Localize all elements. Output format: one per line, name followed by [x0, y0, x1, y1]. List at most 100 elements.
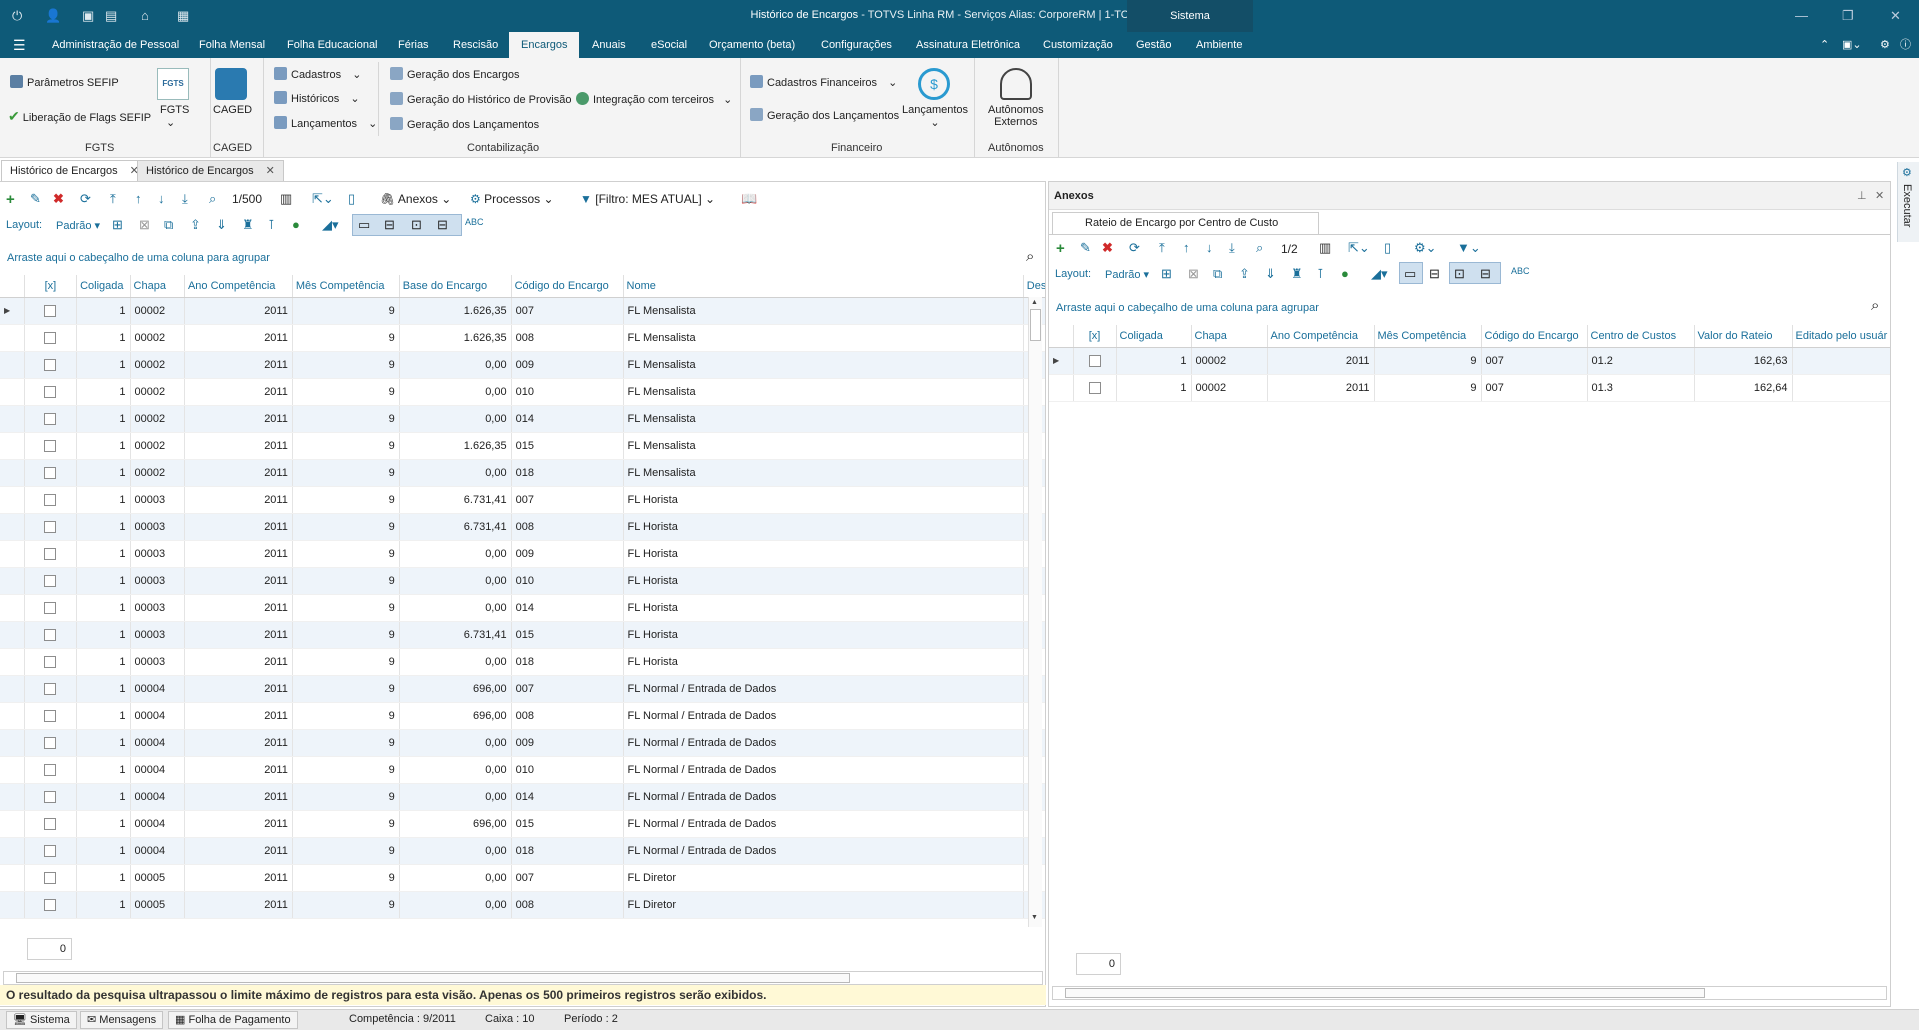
menu-folha-mensal[interactable]: Folha Mensal [199, 32, 265, 58]
row-checkbox[interactable] [44, 358, 57, 371]
anexos-column-header[interactable]: Coligada [1116, 325, 1192, 348]
geracao-lancamentos-button[interactable]: Geração dos Lançamentos [390, 117, 539, 131]
anexos-column-header[interactable]: Chapa [1191, 325, 1268, 348]
anexos-download-icon[interactable]: ⇓ [1265, 266, 1276, 282]
mensagens-status-button[interactable]: ✉ Mensagens [80, 1011, 164, 1029]
anexos-delete-icon[interactable]: ✖ [1102, 240, 1113, 256]
anexos-hscroll[interactable] [1052, 986, 1887, 1000]
row-checkbox[interactable] [44, 871, 57, 884]
add-icon[interactable]: + [6, 191, 15, 208]
first-record-icon[interactable]: ⤒ [110, 191, 116, 207]
columns-icon[interactable]: ▥ [280, 191, 292, 207]
main-table-row[interactable]: 1 00004 2011 9 0,00 009 FL Normal / Entrada de… [0, 729, 1045, 757]
close-panel-icon[interactable]: ✕ [1875, 189, 1884, 202]
main-table-row[interactable]: 100002201191.626,35015FL MensalistaF [0, 432, 1045, 460]
report-icon[interactable]: ▯ [348, 191, 355, 207]
row-checkbox[interactable] [44, 682, 57, 695]
anexos-chart-icon[interactable]: ◢▾ [1371, 266, 1388, 282]
main-table-row[interactable]: 100003201190,00010FL HoristaE [0, 567, 1045, 595]
anexos-view-split-top-icon[interactable]: ⊡ [1454, 266, 1465, 282]
row-checkbox[interactable] [1088, 354, 1101, 367]
menu-rescisao[interactable]: Rescisão [453, 32, 498, 58]
hamburger-icon[interactable]: ☰ [13, 32, 26, 58]
main-column-header[interactable]: Ano Competência [184, 275, 293, 298]
menu-folha-educacional[interactable]: Folha Educacional [287, 32, 378, 58]
main-column-header[interactable]: Chapa [130, 275, 185, 298]
main-hscroll[interactable] [3, 971, 1043, 985]
row-checkbox[interactable] [44, 628, 57, 641]
anexos-gear-icon[interactable]: ⚙⌄ [1414, 240, 1437, 256]
anexos-hscroll-thumb[interactable] [1065, 988, 1705, 998]
export-icon[interactable]: ⇱⌄ [312, 191, 334, 207]
geracao-lanc-financeiro-button[interactable]: Geração dos Lançamentos [750, 108, 899, 122]
row-checkbox[interactable] [44, 709, 57, 722]
anexos-export-icon[interactable]: ⇱⌄ [1348, 240, 1370, 256]
anexos-filter-icon[interactable]: ▼⌄ [1457, 240, 1481, 256]
anexos-button[interactable]: 🖇 Anexos ⌄ [380, 192, 451, 206]
filter-button[interactable]: ▼ [Filtro: MES ATUAL] ⌄ [580, 192, 715, 206]
layout-add-icon[interactable]: ⊞ [112, 217, 123, 233]
row-checkbox[interactable] [44, 790, 57, 803]
row-checkbox[interactable] [44, 655, 57, 668]
tab-historico-encargos-1[interactable]: Histórico de Encargos ✕ [1, 160, 148, 181]
menu-anuais[interactable]: Anuais [592, 32, 626, 58]
layout-download-icon[interactable]: ⇓ [216, 217, 227, 233]
anexos-upload-icon[interactable]: ⇪ [1239, 266, 1250, 282]
search-icon[interactable]: ⌕ [209, 191, 216, 207]
main-column-header[interactable]: Nome [623, 275, 1024, 298]
cadastros-financeiros-menu[interactable]: Cadastros Financeiros ⌄ [750, 75, 897, 89]
fgts-button[interactable]: FGTS ⌄ [160, 104, 189, 129]
main-table-row[interactable]: 100005201190,00008FL DiretorF [0, 891, 1045, 919]
layout-copy-icon[interactable]: ⧉ [164, 217, 173, 233]
help-icon[interactable]: ⓘ [1900, 32, 1911, 58]
anexos-layout-copy-icon[interactable]: ⧉ [1213, 266, 1222, 282]
row-checkbox[interactable] [44, 439, 57, 452]
menu-gestao[interactable]: Gestão [1136, 32, 1171, 58]
money-sync-icon[interactable]: $ [918, 68, 950, 100]
menu-orcamento[interactable]: Orçamento (beta) [709, 32, 795, 58]
main-column-header[interactable]: Coligada [76, 275, 131, 298]
collapse-ribbon-icon[interactable]: ⌃ [1820, 32, 1829, 58]
book-icon[interactable]: 📖 [741, 191, 757, 207]
anexos-column-header[interactable]: Valor do Rateio [1694, 325, 1793, 348]
main-table-row[interactable]: 100002201190,00009FL MensalistaE [0, 351, 1045, 379]
main-table-row[interactable]: 1 00004 2011 9 0,00 018 FL Normal / Entrada de… [0, 837, 1045, 865]
main-table-row[interactable]: 100003201196.731,41008FL HoristaE [0, 513, 1045, 541]
delete-icon[interactable]: ✖ [53, 191, 64, 207]
row-checkbox[interactable] [44, 763, 57, 776]
anexos-layout-delete-icon[interactable]: ⊠ [1188, 266, 1199, 282]
anexos-pin-icon[interactable]: ⊺ [1317, 266, 1324, 282]
menu-administracao[interactable]: Administração de Pessoal [52, 32, 179, 58]
row-checkbox[interactable] [44, 547, 57, 560]
row-checkbox[interactable] [44, 304, 57, 317]
spellcheck-icon[interactable]: ABC [465, 217, 484, 227]
next-record-icon[interactable]: ↓ [158, 191, 165, 206]
row-checkbox[interactable] [44, 817, 57, 830]
pin-panel-icon[interactable]: ⊥ [1857, 189, 1867, 202]
window-layout-icon[interactable]: ▣⌄ [1842, 32, 1862, 58]
close-tab-icon[interactable]: ✕ [266, 165, 275, 177]
main-table-row[interactable]: 1 00004 2011 9 0,00 010 FL Normal / Entrada de… [0, 756, 1045, 784]
anexos-prev-icon[interactable]: ↑ [1183, 240, 1190, 255]
person-icon[interactable] [1000, 68, 1032, 100]
menu-ferias[interactable]: Férias [398, 32, 429, 58]
processos-button[interactable]: ⚙ Processos ⌄ [470, 192, 554, 206]
anexos-column-header[interactable]: Editado pelo usuár [1792, 325, 1890, 348]
system-box[interactable]: Sistema [1127, 0, 1253, 32]
main-table-row[interactable]: 100002201190,00018FL MensalistaF [0, 459, 1045, 487]
folha-status-button[interactable]: ▦ Folha de Pagamento [168, 1011, 298, 1029]
anexos-column-header[interactable]: [x] [1073, 325, 1117, 348]
anexos-layout-add-icon[interactable]: ⊞ [1161, 266, 1172, 282]
view-split-h-icon[interactable]: ⊟ [384, 217, 395, 233]
menu-esocial[interactable]: eSocial [651, 32, 687, 58]
main-table-row[interactable]: 100002201191.626,35008FL MensalistaE [0, 324, 1045, 352]
main-table-row[interactable]: 1 00004 2011 9 696,00 007 FL Normal / Entrada … [0, 675, 1045, 703]
anexos-column-header[interactable]: Centro de Custos [1587, 325, 1695, 348]
minimize-icon[interactable]: — [1795, 8, 1808, 23]
main-table-row[interactable]: 100005201190,00007FL DiretorE [0, 864, 1045, 892]
last-record-icon[interactable]: ⤓ [182, 191, 188, 207]
anexos-column-header[interactable]: Código do Encargo [1481, 325, 1588, 348]
anexos-edit-icon[interactable]: ✎ [1080, 240, 1091, 256]
main-table-row[interactable]: 100003201190,00018FL HoristaF [0, 648, 1045, 676]
previous-record-icon[interactable]: ↑ [135, 191, 142, 206]
